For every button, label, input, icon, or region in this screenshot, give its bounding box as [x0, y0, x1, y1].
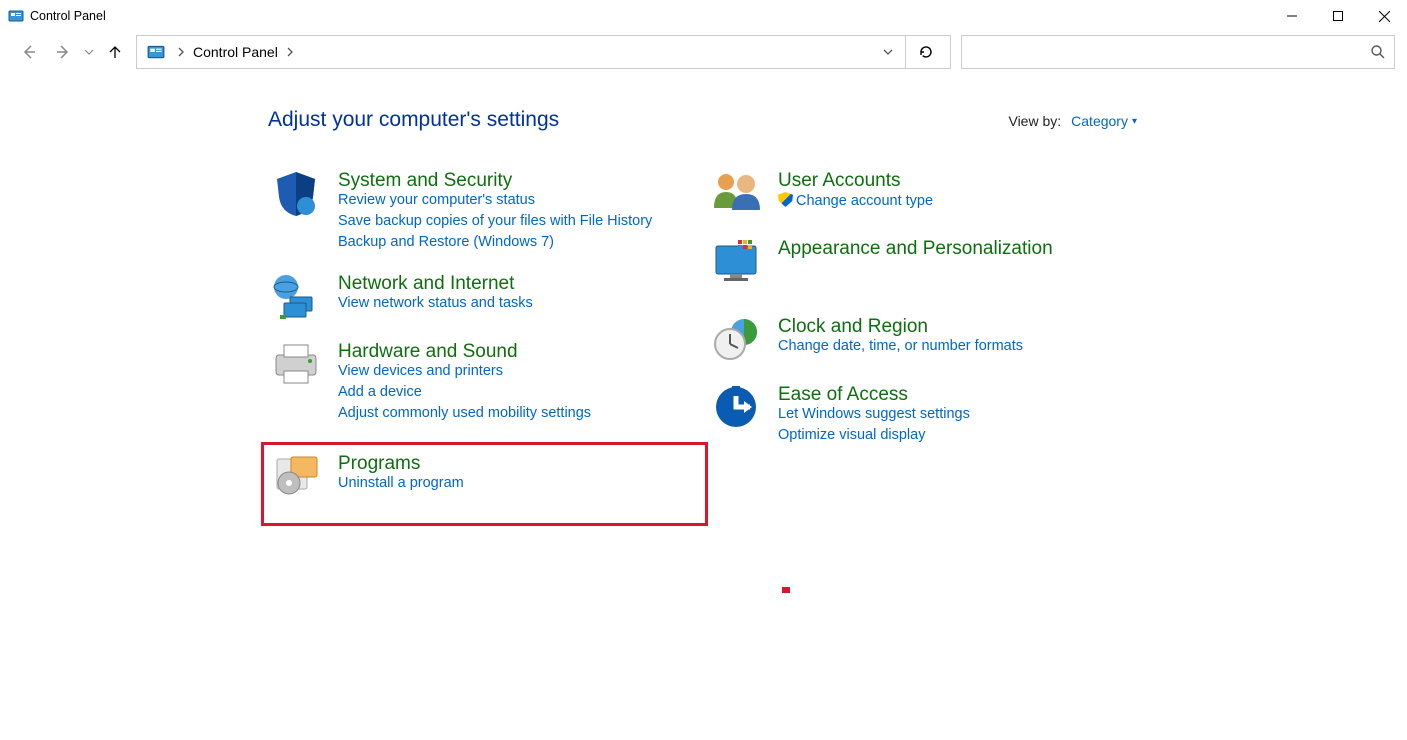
viewby-value: Category	[1071, 113, 1128, 129]
ease-icon	[708, 384, 764, 434]
maximize-button[interactable]	[1315, 1, 1361, 31]
chevron-right-icon[interactable]	[286, 47, 294, 57]
hardware-title[interactable]: Hardware and Sound	[338, 341, 518, 362]
network-link-status[interactable]: View network status and tasks	[338, 295, 533, 311]
programs-title[interactable]: Programs	[338, 453, 420, 474]
printer-icon	[268, 341, 324, 391]
category-clock: Clock and Region Change date, time, or n…	[708, 316, 1148, 366]
shield-icon	[268, 170, 324, 220]
category-network: Network and Internet View network status…	[268, 273, 708, 323]
category-system-security: System and Security Review your computer…	[268, 170, 708, 255]
app-icon	[8, 8, 24, 24]
recent-dropdown[interactable]	[80, 35, 98, 69]
refresh-button[interactable]	[905, 36, 946, 68]
users-icon	[708, 170, 764, 220]
clock-icon	[708, 316, 764, 366]
close-button[interactable]	[1361, 1, 1407, 31]
appearance-title[interactable]: Appearance and Personalization	[778, 238, 1053, 259]
users-title[interactable]: User Accounts	[778, 170, 901, 191]
system-link-status[interactable]: Review your computer's status	[338, 192, 652, 208]
network-icon	[268, 273, 324, 323]
breadcrumb-control-panel[interactable]: Control Panel	[191, 42, 280, 62]
hardware-link-mobility[interactable]: Adjust commonly used mobility settings	[338, 405, 591, 421]
category-users: User Accounts Change account type	[708, 170, 1148, 220]
search-icon	[1370, 44, 1386, 60]
window-title: Control Panel	[30, 9, 106, 23]
category-programs: Programs Uninstall a program	[261, 442, 708, 526]
system-link-filehistory[interactable]: Save backup copies of your files with Fi…	[338, 213, 652, 229]
addressbar-dropdown[interactable]	[873, 37, 903, 67]
left-column: System and Security Review your computer…	[268, 170, 708, 536]
system-link-backup[interactable]: Backup and Restore (Windows 7)	[338, 234, 652, 250]
category-appearance: Appearance and Personalization	[708, 238, 1148, 288]
page-title: Adjust your computer's settings	[268, 108, 559, 132]
monitor-icon	[708, 238, 764, 288]
up-button[interactable]	[98, 35, 132, 69]
back-button[interactable]	[12, 35, 46, 69]
viewby-label: View by:	[1008, 113, 1061, 129]
programs-icon	[268, 453, 324, 503]
address-bar[interactable]: Control Panel	[136, 35, 951, 69]
hardware-link-adddevice[interactable]: Add a device	[338, 384, 591, 400]
programs-link-uninstall[interactable]: Uninstall a program	[338, 475, 464, 491]
ease-link-optimize[interactable]: Optimize visual display	[778, 427, 970, 443]
content: Adjust your computer's settings View by:…	[0, 80, 1407, 536]
chevron-down-icon: ▾	[1132, 116, 1137, 127]
search-input[interactable]	[961, 35, 1395, 69]
forward-button[interactable]	[46, 35, 80, 69]
ease-title[interactable]: Ease of Access	[778, 384, 908, 405]
users-link-changetype[interactable]: Change account type	[778, 192, 933, 209]
clock-link-formats[interactable]: Change date, time, or number formats	[778, 338, 1023, 354]
minimize-button[interactable]	[1269, 1, 1315, 31]
category-ease: Ease of Access Let Windows suggest setti…	[708, 384, 1148, 448]
titlebar: Control Panel	[0, 0, 1407, 32]
ease-link-suggest[interactable]: Let Windows suggest settings	[778, 406, 970, 422]
chevron-right-icon[interactable]	[177, 47, 185, 57]
hardware-link-devices[interactable]: View devices and printers	[338, 363, 591, 379]
system-security-title[interactable]: System and Security	[338, 170, 512, 191]
category-hardware: Hardware and Sound View devices and prin…	[268, 341, 708, 426]
network-title[interactable]: Network and Internet	[338, 273, 514, 294]
toolbar: Control Panel	[0, 32, 1407, 80]
right-column: User Accounts Change account type Appear…	[708, 170, 1148, 536]
clock-title[interactable]: Clock and Region	[778, 316, 928, 337]
red-mark	[782, 587, 790, 593]
viewby-dropdown[interactable]: Category ▾	[1071, 113, 1137, 129]
location-icon	[145, 41, 167, 63]
